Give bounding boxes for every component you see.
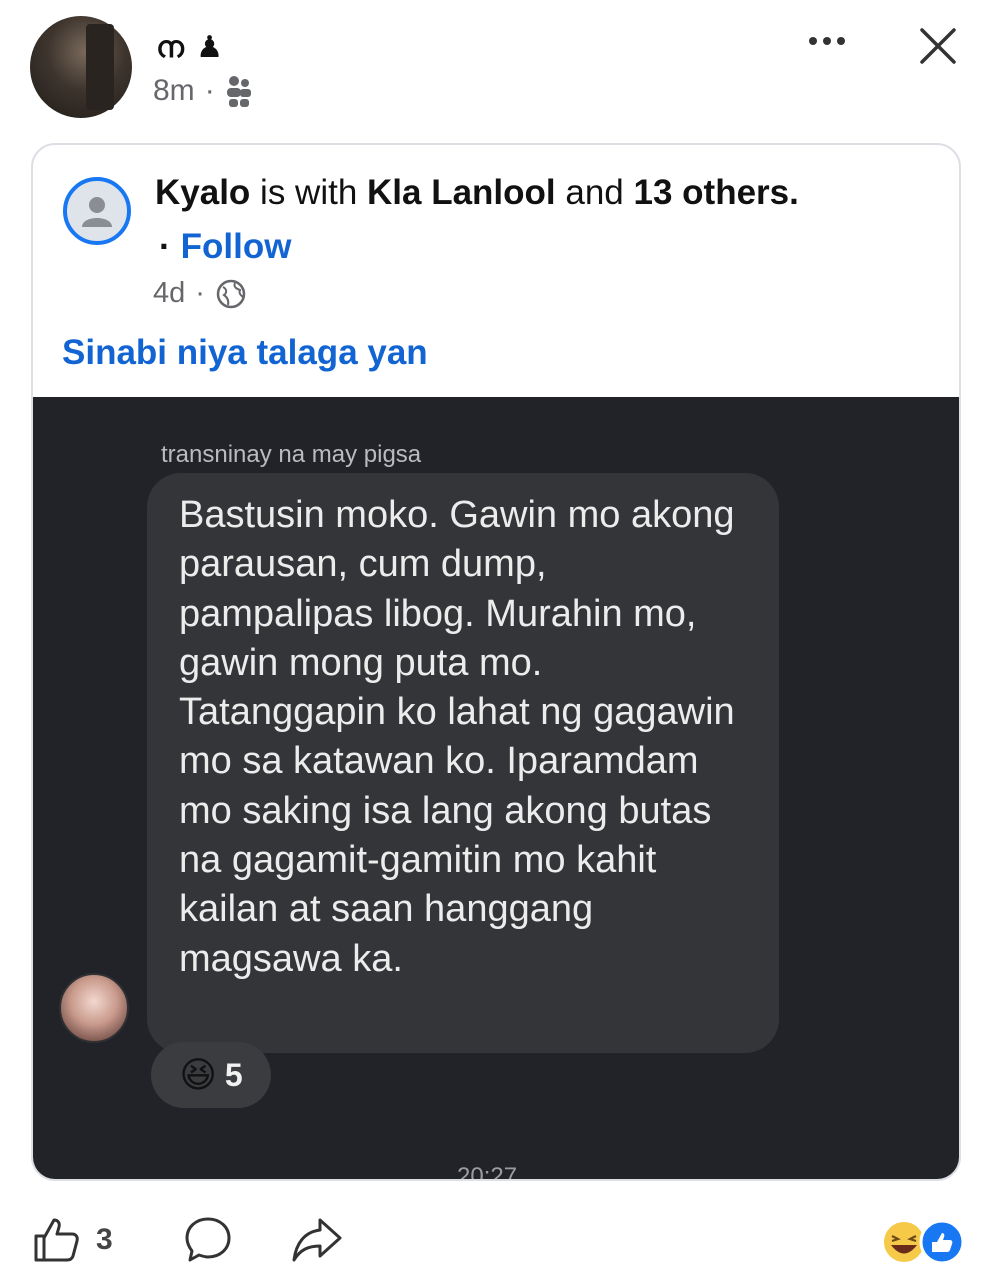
close-icon[interactable]	[912, 20, 962, 70]
shared-post-meta: 4d ·	[153, 277, 247, 310]
like-button[interactable]: 3	[30, 1212, 113, 1268]
tagged-person[interactable]: Kla Lanlool	[367, 173, 556, 212]
like-count: 3	[96, 1223, 113, 1256]
message-timestamp: 20:27	[457, 1163, 518, 1181]
tagged-others[interactable]: 13 others.	[634, 173, 799, 212]
author-name[interactable]: ന ♟	[156, 30, 225, 65]
comment-button[interactable]	[182, 1212, 234, 1268]
post-meta: 8m ·	[153, 74, 253, 108]
chat-sender-avatar	[59, 973, 129, 1043]
chat-screenshot[interactable]: transninay na may pigsa Bastusin moko. G…	[33, 397, 959, 1181]
share-icon	[292, 1218, 342, 1262]
shared-meta-separator: ·	[195, 277, 205, 309]
follow-button[interactable]: Follow	[181, 227, 292, 266]
shared-author-avatar[interactable]	[63, 177, 131, 245]
laughing-emoji-icon: 😆	[179, 1054, 217, 1095]
message-reaction: 😆 5	[151, 1042, 271, 1108]
title-connector: is with	[250, 173, 368, 212]
author-avatar[interactable]	[30, 16, 132, 118]
title-and: and	[555, 173, 634, 212]
share-button[interactable]	[290, 1212, 344, 1268]
post-time[interactable]: 8m	[153, 74, 195, 108]
shared-post-time[interactable]: 4d	[153, 277, 185, 310]
comment-icon	[185, 1217, 231, 1262]
follow-dot: ·	[159, 227, 171, 266]
shared-author-name[interactable]: Kyalo	[155, 173, 250, 212]
globe-icon	[216, 279, 246, 308]
people-icon	[226, 76, 251, 107]
laughing-reaction-icon	[882, 1220, 926, 1264]
default-avatar-icon	[82, 197, 112, 227]
post-caption: Sinabi niya talaga yan	[62, 333, 428, 372]
reaction-count: 5	[224, 1056, 243, 1093]
meta-separator: ·	[204, 74, 215, 107]
chat-message-text: Bastusin moko. Gawin mo akong parausan, …	[179, 494, 735, 980]
chat-message-bubble: Bastusin moko. Gawin mo akong parausan, …	[147, 473, 779, 1053]
like-reaction-icon	[919, 1219, 965, 1265]
shared-post-title: Kyalo is with Kla Lanlool and 13 others.	[155, 173, 799, 213]
more-options-button[interactable]	[802, 24, 852, 58]
chat-sender-name: transninay na may pigsa	[161, 441, 422, 468]
shared-post-card[interactable]: Kyalo is with Kla Lanlool and 13 others.…	[31, 143, 961, 1181]
thumbs-up-icon	[34, 1218, 79, 1262]
follow-row: · Follow	[159, 227, 291, 267]
reactions-summary[interactable]	[880, 1218, 966, 1266]
